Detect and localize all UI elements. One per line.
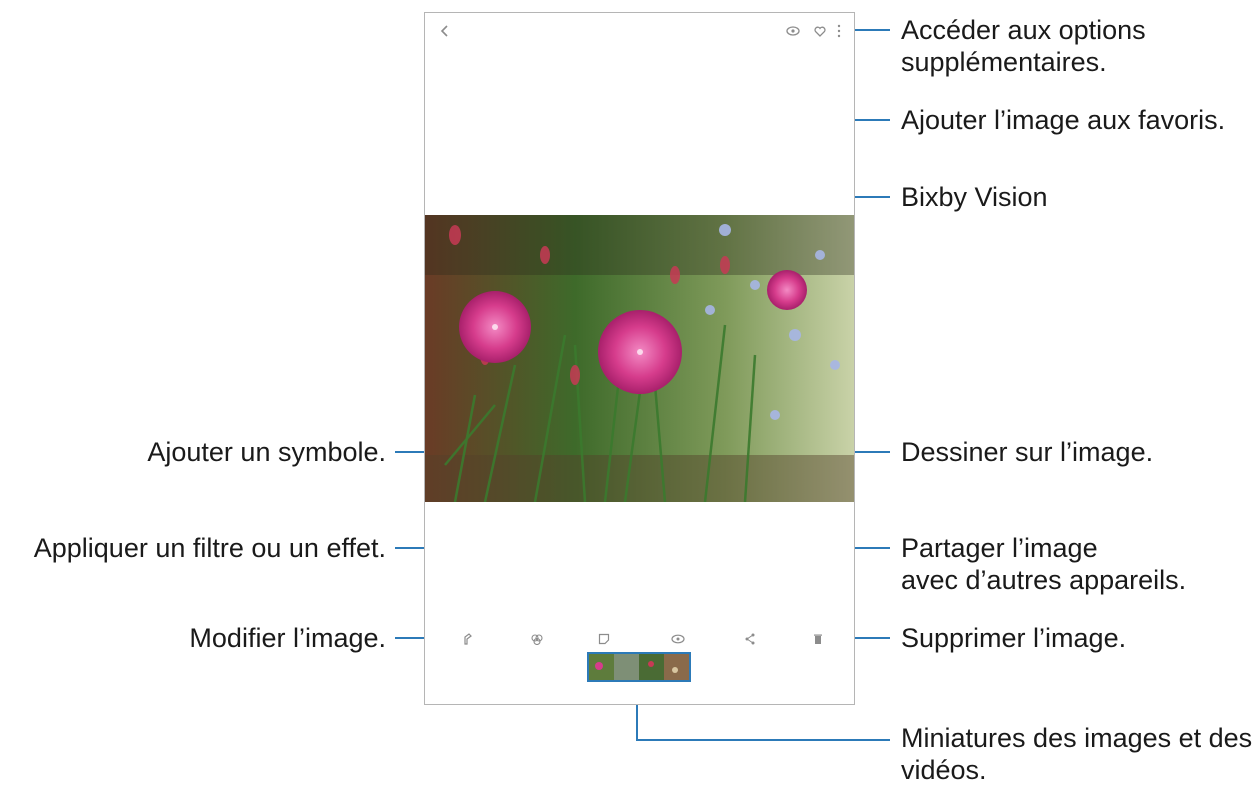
- back-arrow-icon[interactable]: [437, 23, 453, 39]
- filter-icon[interactable]: [529, 631, 545, 647]
- annotation-draw: Dessiner sur l’image.: [901, 437, 1154, 467]
- flower-photo: [425, 215, 854, 502]
- annotation-favorite: Ajouter l’image aux favoris.: [901, 105, 1226, 135]
- annotation-delete: Supprimer l’image.: [901, 623, 1127, 653]
- delete-trash-icon[interactable]: [810, 631, 826, 647]
- gallery-screen: [424, 12, 855, 705]
- favorite-heart-icon[interactable]: [812, 23, 828, 39]
- thumbnail-strip[interactable]: [587, 652, 691, 682]
- annotation-more-options: Accéder aux options supplémentaires.: [901, 15, 1146, 77]
- annotation-add-sticker: Ajouter un symbole.: [147, 437, 386, 467]
- thumbnail-images: [589, 654, 689, 680]
- photo-view[interactable]: [425, 215, 854, 502]
- sticker-icon[interactable]: [596, 631, 612, 647]
- edit-pencil-icon[interactable]: [460, 631, 476, 647]
- more-options-icon[interactable]: [836, 23, 842, 39]
- share-icon[interactable]: [742, 631, 758, 647]
- draw-icon[interactable]: [670, 631, 686, 647]
- annotation-thumbnails: Miniatures des images et des vidéos.: [901, 723, 1253, 785]
- annotation-bixby-vision: Bixby Vision: [901, 182, 1048, 212]
- bixby-vision-icon[interactable]: [785, 23, 801, 39]
- annotation-filter: Appliquer un filtre ou un effet.: [33, 533, 386, 563]
- annotation-share: Partager l’image avec d’autres appareils…: [901, 533, 1187, 595]
- annotation-edit: Modifier l’image.: [189, 623, 386, 653]
